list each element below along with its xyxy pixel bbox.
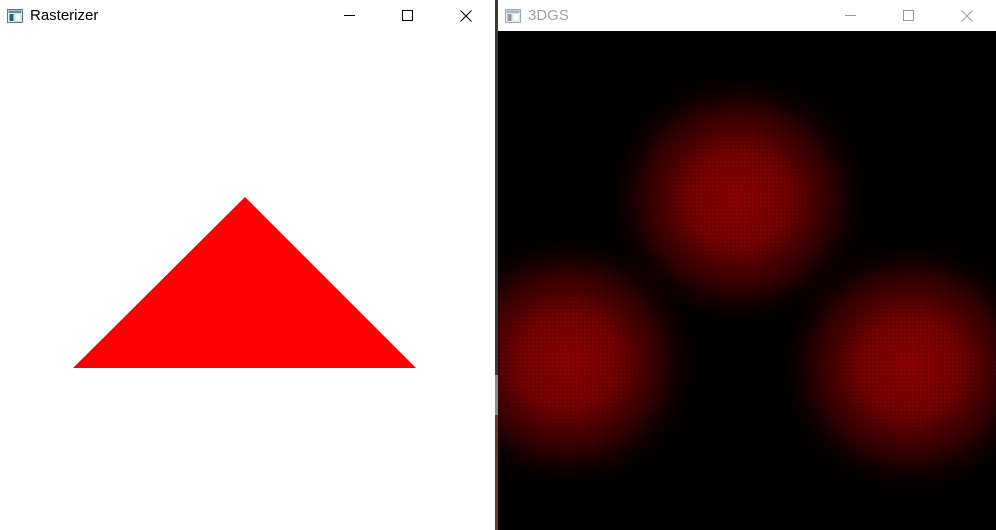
rasterizer-titlebar[interactable]: Rasterizer (0, 0, 495, 31)
close-button[interactable] (437, 0, 495, 31)
gaussians-canvas[interactable] (498, 31, 996, 530)
gaussians-window[interactable]: 3DGS (498, 0, 996, 530)
window-controls (822, 0, 996, 31)
close-icon (460, 9, 472, 22)
window-title: Rasterizer (30, 7, 99, 24)
maximize-button[interactable] (379, 0, 437, 31)
rasterizer-window[interactable]: Rasterizer (0, 0, 495, 530)
window-title: 3DGS (528, 7, 569, 24)
red-triangle (73, 197, 416, 368)
minimize-icon (845, 14, 856, 16)
close-icon (961, 9, 973, 22)
maximize-icon (402, 9, 413, 21)
maximize-button[interactable] (880, 0, 938, 31)
app-window-icon (7, 8, 23, 23)
app-window-icon (505, 8, 521, 23)
maximize-icon (903, 9, 914, 21)
dither-overlay (498, 31, 996, 530)
desktop: Rasterizer 3DGS (0, 0, 996, 530)
rasterizer-render (73, 197, 416, 368)
close-button[interactable] (938, 0, 996, 31)
minimize-icon (344, 14, 355, 16)
gaussians-titlebar[interactable]: 3DGS (498, 0, 996, 31)
gaussian-splat-render (498, 31, 996, 530)
minimize-button[interactable] (321, 0, 379, 31)
rasterizer-canvas[interactable] (0, 31, 495, 530)
window-controls (321, 0, 495, 31)
minimize-button[interactable] (822, 0, 880, 31)
